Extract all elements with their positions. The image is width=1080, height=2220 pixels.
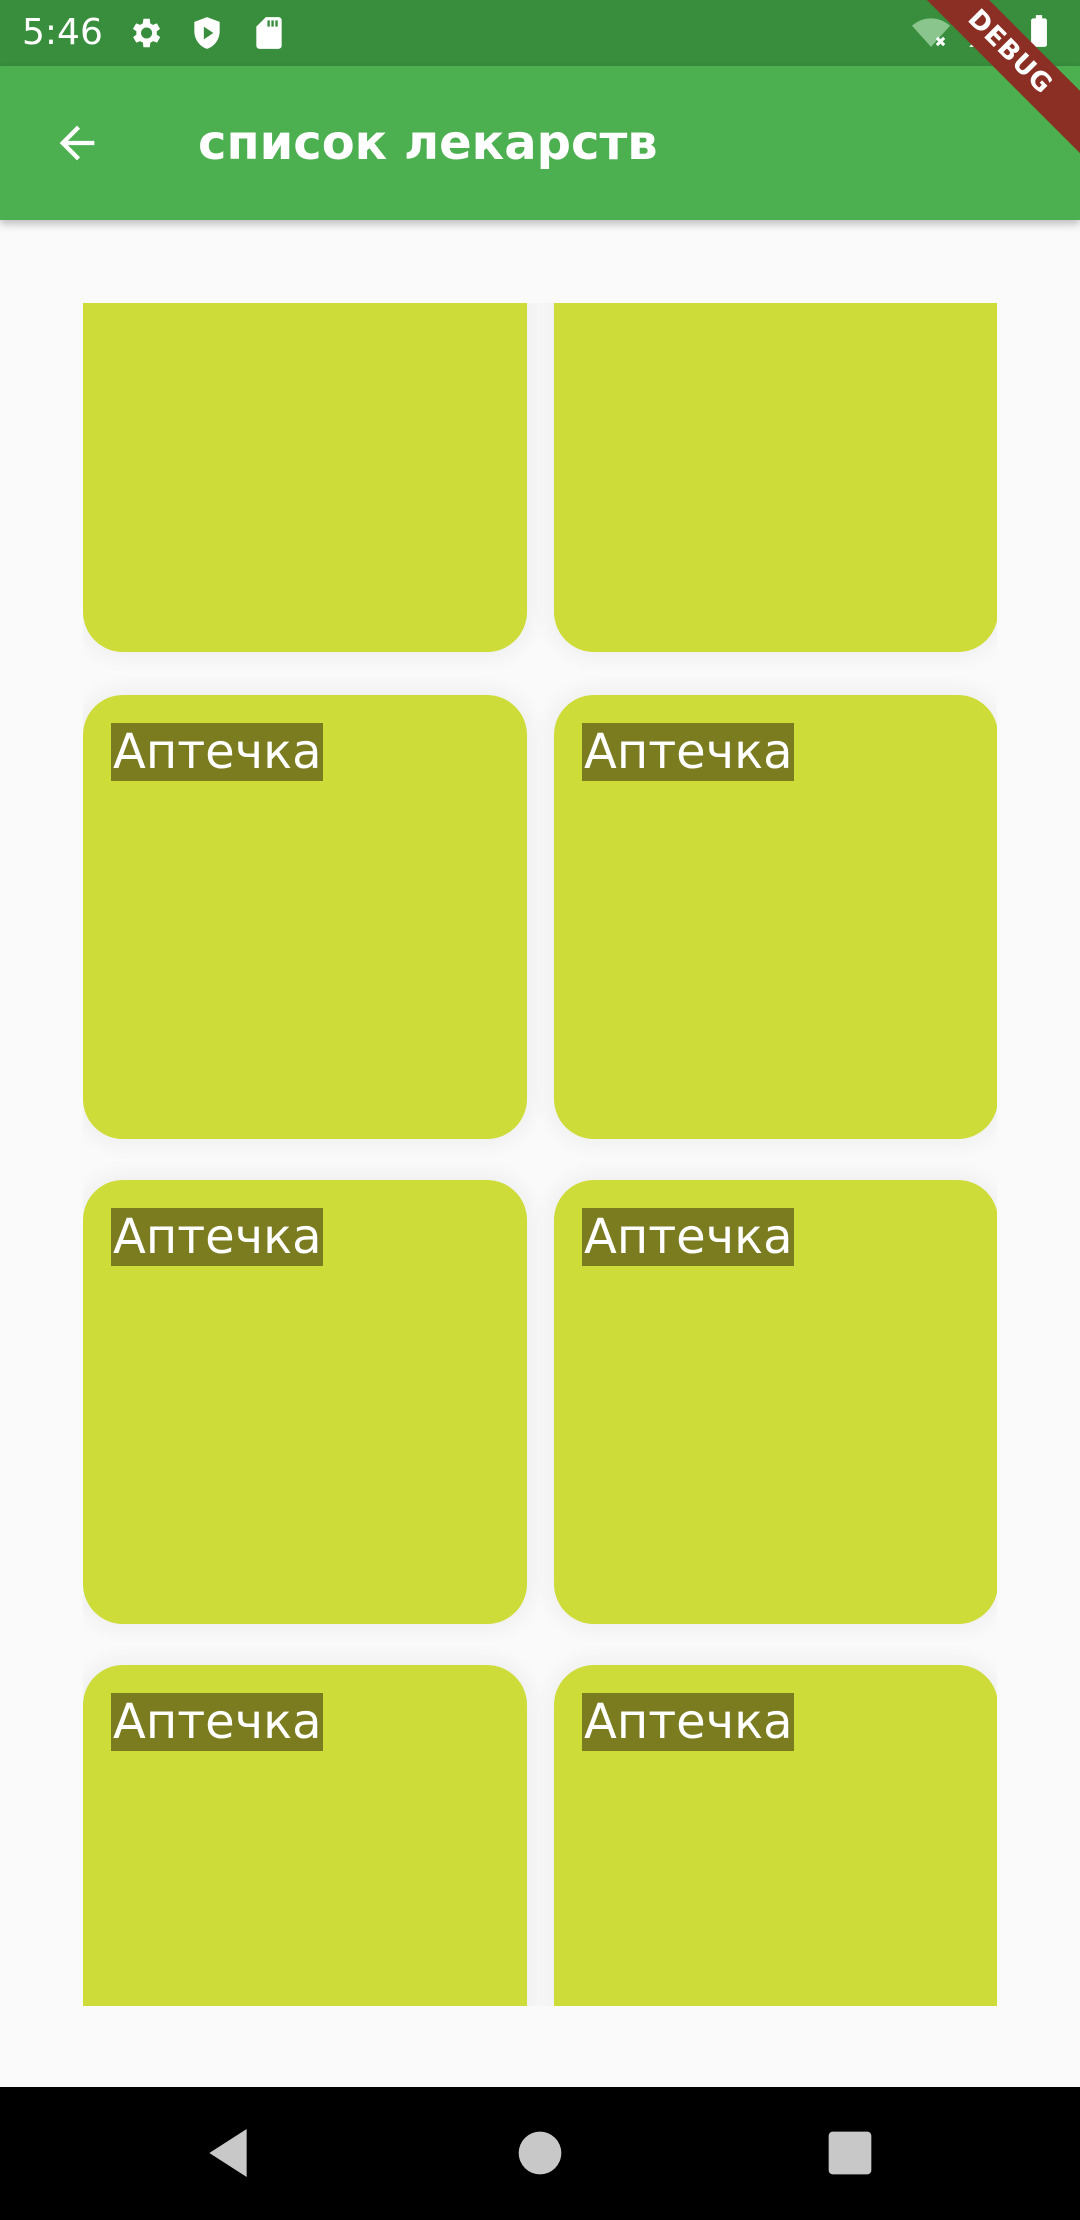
tile-label: Аптечка [111, 723, 324, 781]
back-button[interactable] [40, 110, 114, 176]
wifi-off-icon [912, 18, 950, 47]
tile-label: Аптечка [111, 1693, 324, 1751]
grid-tile[interactable] [83, 303, 527, 652]
cell-signal-icon [969, 15, 1001, 47]
tile-label: Аптечка [582, 723, 795, 781]
grid-tile[interactable]: Аптечка [554, 695, 997, 1139]
system-nav-bar [0, 2087, 1080, 2220]
grid-tile[interactable]: Аптечка [554, 1180, 997, 1624]
status-icons-right [912, 12, 1058, 50]
grid-tile[interactable]: Аптечка [83, 695, 527, 1139]
recents-square-icon[interactable] [818, 2121, 882, 2185]
battery-icon [1031, 15, 1047, 47]
page-title: список лекарств [198, 115, 658, 171]
tile-label: Аптечка [111, 1208, 324, 1266]
grid-tile[interactable]: Аптечка [83, 1665, 527, 2006]
grid-tile[interactable]: Аптечка [554, 1665, 997, 2006]
app-bar: список лекарств [0, 66, 1080, 220]
medicine-grid[interactable]: Аптечка Аптечка Аптечка Аптечка Аптечка … [83, 303, 997, 2006]
sd-card-icon [256, 17, 282, 49]
status-time: 5:46 [22, 12, 103, 53]
back-triangle-icon[interactable] [196, 2121, 260, 2185]
status-bar: 5:46 [0, 0, 1080, 66]
status-icons-left [126, 14, 288, 52]
tile-label: Аптечка [582, 1208, 795, 1266]
shield-play-icon [194, 17, 220, 49]
gear-icon [132, 18, 161, 48]
home-circle-icon[interactable] [508, 2121, 572, 2185]
tile-label: Аптечка [582, 1693, 795, 1751]
grid-tile[interactable]: Аптечка [83, 1180, 527, 1624]
grid-tile[interactable] [554, 303, 997, 652]
arrow-back-icon [59, 125, 95, 161]
